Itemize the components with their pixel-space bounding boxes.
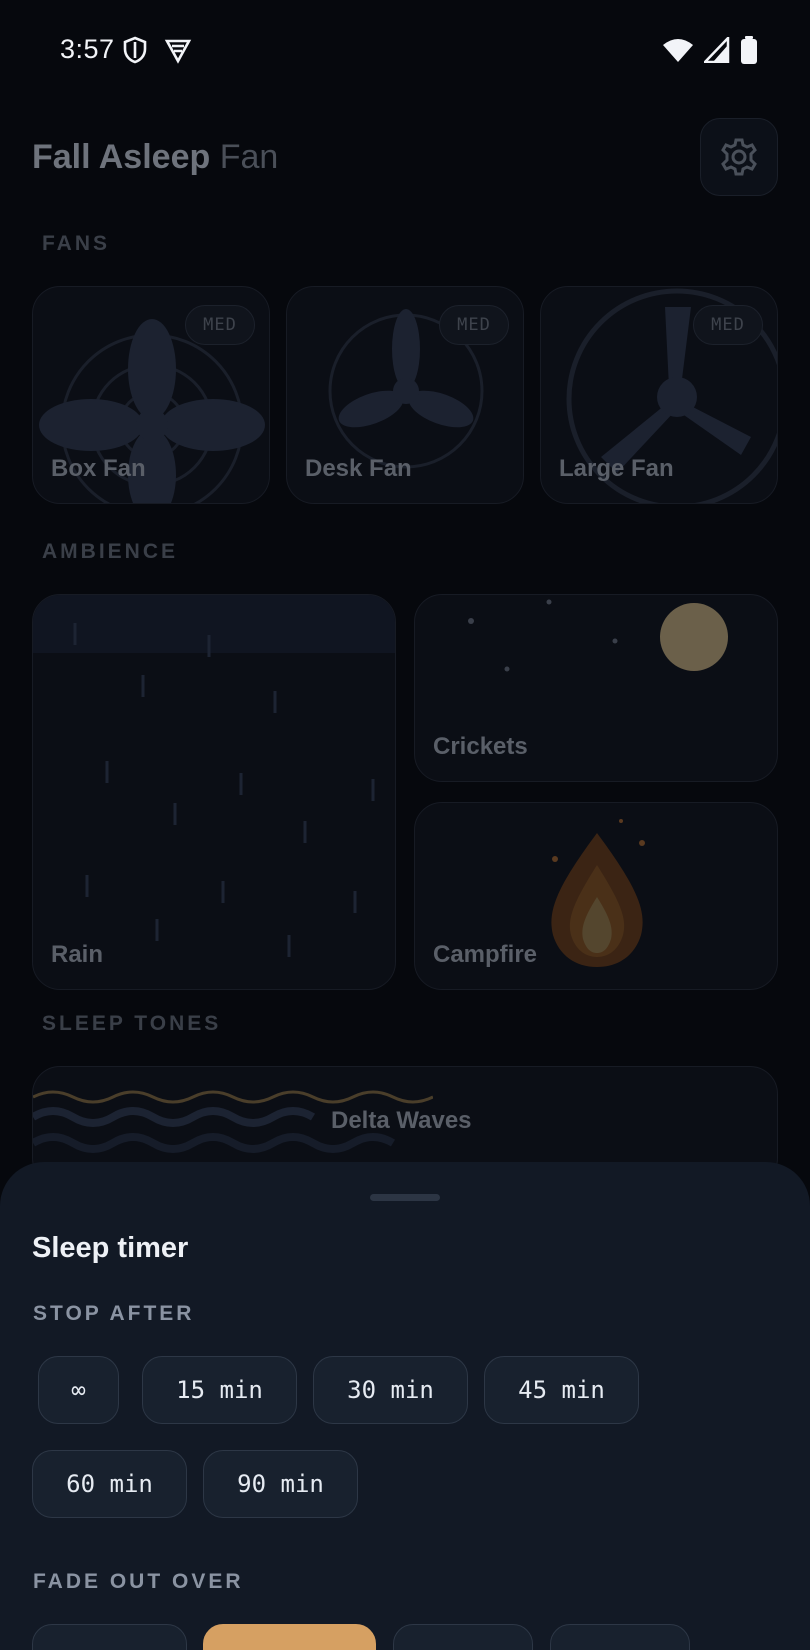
fade-option-3[interactable] (393, 1624, 533, 1650)
app-main: Fall Asleep Fan FANS MED Box Fan MED Des… (0, 100, 810, 1200)
ambience-card-rain[interactable]: Rain (32, 594, 396, 990)
battery-icon (741, 36, 757, 64)
signal-icon (704, 37, 730, 63)
status-time: 3:57 (60, 34, 115, 64)
gear-icon (721, 138, 757, 176)
card-name: Box Fan (51, 455, 146, 482)
card-name: Rain (51, 941, 104, 968)
fan-card-large-fan[interactable]: MED Large Fan (540, 286, 778, 504)
intensity-badge: MED (185, 305, 255, 345)
rain-icon (33, 595, 395, 957)
app-title: Fall Asleep Fan (32, 138, 278, 177)
card-name: Desk Fan (305, 455, 412, 482)
section-label-ambience: AMBIENCE (42, 540, 179, 563)
stop-after-label: STOP AFTER (33, 1302, 195, 1325)
fade-option-1[interactable] (32, 1624, 187, 1650)
ambience-card-campfire[interactable]: Campfire (414, 802, 778, 990)
card-name: Delta Waves (331, 1107, 472, 1134)
card-name: Large Fan (559, 455, 674, 482)
stop-after-option-infinite[interactable]: ∞ (38, 1356, 119, 1424)
card-name: Campfire (433, 941, 538, 968)
fan-card-box-fan[interactable]: MED Box Fan (32, 286, 270, 504)
fade-option-4[interactable] (550, 1624, 690, 1650)
app-title-light: Fan (219, 138, 279, 176)
app-title-bold: Fall Asleep (32, 138, 211, 176)
stop-after-option-90[interactable]: 90 min (203, 1450, 358, 1518)
sheet-title: Sleep timer (32, 1232, 189, 1264)
fade-option-2-selected[interactable] (203, 1624, 376, 1650)
stop-after-option-15[interactable]: 15 min (142, 1356, 297, 1424)
intensity-badge: MED (693, 305, 763, 345)
sheet-drag-handle[interactable] (370, 1194, 440, 1201)
stop-after-option-45[interactable]: 45 min (484, 1356, 639, 1424)
sleep-timer-sheet: Sleep timer STOP AFTER ∞ 15 min 30 min 4… (0, 1162, 810, 1650)
settings-button[interactable] (700, 118, 778, 196)
section-label-sleep-tones: SLEEP TONES (42, 1012, 222, 1035)
vpn-triangle-icon (164, 39, 192, 64)
stop-after-option-30[interactable]: 30 min (313, 1356, 468, 1424)
status-icons (662, 36, 758, 64)
ambience-card-crickets[interactable]: Crickets (414, 594, 778, 782)
shield-icon (123, 36, 147, 64)
status-bar: 3:57 (0, 0, 810, 100)
intensity-badge: MED (439, 305, 509, 345)
card-name: Crickets (433, 733, 528, 760)
fan-card-desk-fan[interactable]: MED Desk Fan (286, 286, 524, 504)
stop-after-option-60[interactable]: 60 min (32, 1450, 187, 1518)
fade-out-label: FADE OUT OVER (33, 1570, 244, 1593)
section-label-fans: FANS (42, 232, 111, 255)
wifi-icon (663, 39, 693, 62)
